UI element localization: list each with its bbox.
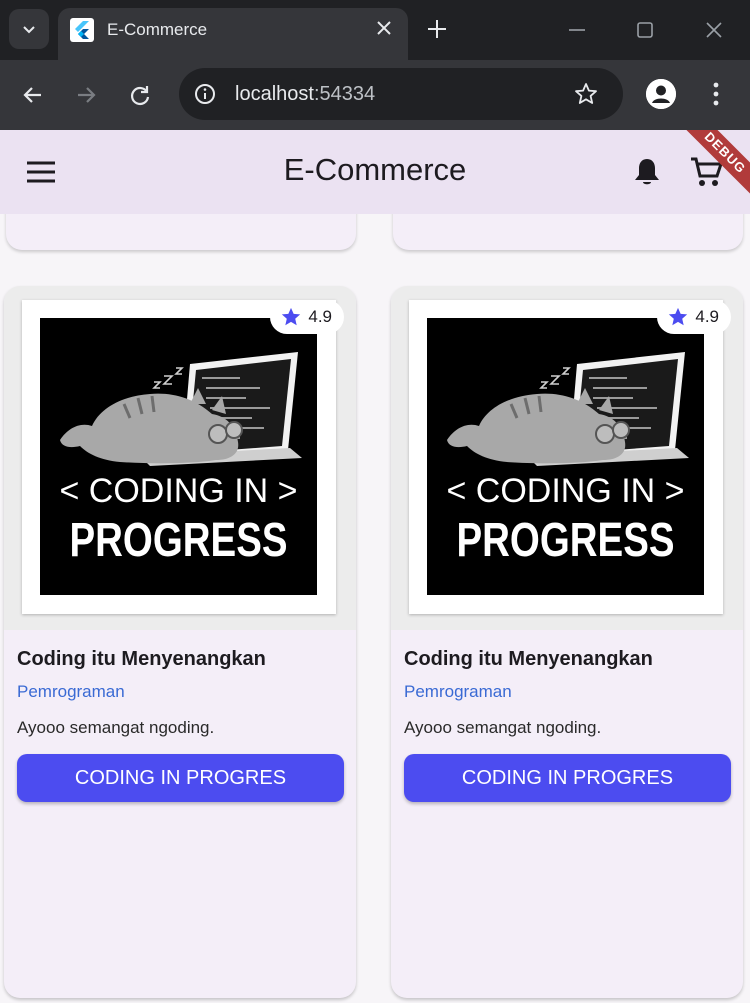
product-description: Ayooo semangat ngoding. (17, 718, 215, 737)
plus-icon[interactable] (424, 16, 450, 42)
star-icon[interactable] (573, 81, 599, 107)
poster-line2: PROGRESS (70, 514, 288, 567)
star-filled-icon (282, 307, 301, 326)
product-description: Ayooo semangat ngoding. (404, 718, 602, 737)
chevron-down-icon (23, 26, 35, 34)
star-filled-icon (669, 307, 688, 326)
poster-line1: < CODING IN > (446, 472, 684, 510)
poster-line2: PROGRESS (457, 514, 675, 567)
tab-title: E-Commerce (107, 20, 208, 39)
product-image: < CODING IN > PROGRESS (22, 300, 336, 614)
product-image: < CODING IN > PROGRESS (409, 300, 723, 614)
product-category[interactable]: Pemrograman (17, 682, 125, 702)
forward-icon[interactable] (72, 81, 100, 109)
browser-toolbar: localhost:54334 (0, 60, 750, 130)
browser-tabstrip: E-Commerce (0, 0, 750, 60)
rating-value: 4.9 (695, 307, 719, 326)
product-card[interactable]: < CODING IN > PROGRESS 4.9 Coding itu Me… (391, 286, 743, 998)
url-text: localhost:54334 (235, 83, 375, 106)
info-icon[interactable] (193, 82, 217, 106)
app-bar: E-Commerce (0, 130, 750, 214)
bell-icon[interactable] (632, 156, 662, 188)
reload-icon[interactable] (126, 81, 154, 109)
back-icon[interactable] (19, 81, 47, 109)
maximize-icon[interactable] (633, 18, 657, 42)
product-action-button[interactable]: CODING IN PROGRES (17, 754, 344, 802)
product-action-button[interactable]: CODING IN PROGRES (404, 754, 731, 802)
product-image-area: < CODING IN > PROGRESS 4.9 (391, 286, 743, 630)
product-title: Coding itu Menyenangkan (17, 648, 266, 670)
poster-line1: < CODING IN > (59, 472, 297, 510)
app-viewport: E-Commerce DEBUG < CODING IN > PROGRESS … (0, 130, 750, 1003)
product-image-area: < CODING IN > PROGRESS 4.9 (4, 286, 356, 630)
address-bar[interactable]: localhost:54334 (179, 68, 623, 120)
flutter-icon (70, 18, 94, 42)
url-port: :54334 (313, 83, 376, 105)
profile-icon[interactable] (646, 79, 676, 109)
rating-badge: 4.9 (270, 300, 344, 334)
tab-search-button[interactable] (9, 9, 49, 49)
product-card[interactable]: < CODING IN > PROGRESS 4.9 Coding itu Me… (4, 286, 356, 998)
product-title: Coding itu Menyenangkan (404, 648, 653, 670)
product-category[interactable]: Pemrograman (404, 682, 512, 702)
rating-value: 4.9 (308, 307, 332, 326)
url-host: localhost (235, 83, 314, 105)
browser-tab[interactable]: E-Commerce (58, 8, 408, 60)
rating-badge: 4.9 (657, 300, 731, 334)
coding-poster: < CODING IN > PROGRESS (427, 318, 704, 595)
menu-icon[interactable] (703, 80, 729, 108)
minimize-icon[interactable] (565, 18, 589, 42)
close-window-icon[interactable] (702, 18, 726, 42)
close-icon[interactable] (374, 18, 394, 38)
coding-poster: < CODING IN > PROGRESS (40, 318, 317, 595)
